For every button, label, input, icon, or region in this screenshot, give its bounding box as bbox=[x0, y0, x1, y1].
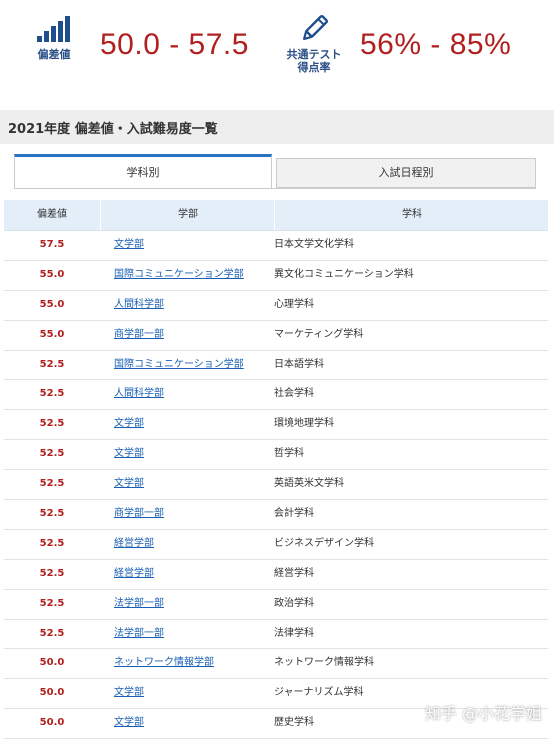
score-cell: 52.5 bbox=[39, 478, 65, 490]
major-cell: 政治学科 bbox=[274, 597, 314, 609]
dept-link[interactable]: 国際コミュニケーション学部 bbox=[114, 351, 274, 379]
dept-link[interactable]: 文学部 bbox=[114, 410, 274, 438]
dept-link[interactable]: 文学部 bbox=[114, 709, 274, 737]
score-cell: 52.5 bbox=[39, 358, 65, 370]
major-cell: 心理学科 bbox=[274, 298, 314, 310]
table-header-row: 偏差値 学部 学科 bbox=[4, 200, 548, 231]
kyotsu-rate-value: 56% - 85% bbox=[360, 28, 512, 61]
dept-link[interactable]: 商学部一部 bbox=[114, 500, 274, 528]
dept-link[interactable]: 文学部 bbox=[114, 231, 274, 259]
table-row: 52.5 商学部一部 会計学科 bbox=[4, 500, 548, 530]
major-cell: マーケティング学科 bbox=[274, 328, 364, 340]
table-row: 50.0 ネットワーク情報学部 ネットワーク情報学科 bbox=[4, 649, 548, 680]
table-row: 52.5 人間科学部 社会学科 bbox=[4, 380, 548, 411]
score-cell: 52.5 bbox=[39, 627, 65, 639]
score-cell: 55.0 bbox=[39, 328, 65, 340]
col-header-score: 偏差値 bbox=[37, 209, 67, 220]
score-cell: 52.5 bbox=[39, 448, 65, 460]
score-cell: 50.0 bbox=[39, 717, 65, 729]
dept-link[interactable]: 人間科学部 bbox=[114, 291, 274, 319]
table-row: 52.5 法学部一部 政治学科 bbox=[4, 590, 548, 620]
table-row: 52.5 文学部 英語英米文学科 bbox=[4, 470, 548, 501]
table-row: 55.0 国際コミュニケーション学部 異文化コミュニケーション学科 bbox=[4, 261, 548, 291]
dept-link[interactable]: 文学部 bbox=[114, 470, 274, 498]
pencil-icon bbox=[282, 14, 346, 44]
table-row: 52.5 経営学部 ビジネスデザイン学科 bbox=[4, 530, 548, 560]
major-cell: 異文化コミュニケーション学科 bbox=[274, 268, 414, 280]
score-cell: 50.0 bbox=[39, 687, 65, 699]
table-row: 52.5 国際コミュニケーション学部 日本語学科 bbox=[4, 351, 548, 381]
score-cell: 52.5 bbox=[39, 418, 65, 430]
tab-by-major[interactable]: 学科別 bbox=[14, 154, 272, 188]
table-row: 52.5 文学部 哲学科 bbox=[4, 440, 548, 471]
kyotsu-caption: 共通テスト 得点率 bbox=[286, 48, 342, 74]
dept-link[interactable]: 国際コミュニケーション学部 bbox=[114, 261, 274, 289]
table-row: 55.0 商学部一部 マーケティング学科 bbox=[4, 321, 548, 351]
table-row: 52.5 経営学部 経営学科 bbox=[4, 560, 548, 590]
dept-link[interactable]: 文学部 bbox=[114, 440, 274, 468]
tab-divider bbox=[14, 188, 536, 189]
dept-link[interactable]: 経営学部 bbox=[114, 530, 274, 558]
dept-link[interactable]: 法学部一部 bbox=[114, 590, 274, 618]
dept-link[interactable]: 商学部一部 bbox=[114, 321, 274, 349]
section-band: 2021年度 偏差値・入試難易度一覧 bbox=[0, 110, 554, 144]
dept-link[interactable]: 経営学部 bbox=[114, 560, 274, 588]
score-cell: 55.0 bbox=[39, 268, 65, 280]
score-cell: 52.5 bbox=[39, 388, 65, 400]
deviation-range-value: 50.0 - 57.5 bbox=[100, 28, 249, 61]
major-cell: ビジネスデザイン学科 bbox=[274, 537, 374, 549]
major-cell: 哲学科 bbox=[274, 448, 304, 460]
kyotsu-stat: 共通テスト 得点率 bbox=[282, 14, 346, 74]
col-header-major: 学科 bbox=[274, 200, 549, 230]
watermark-text: 知乎 @小花学姐 bbox=[424, 704, 542, 723]
major-cell: 日本語学科 bbox=[274, 358, 324, 370]
difficulty-table: 偏差値 学部 学科 57.5 文学部 日本文学文化学科 55.0 国際コミュニケ… bbox=[4, 200, 548, 739]
score-cell: 55.0 bbox=[39, 298, 65, 310]
major-cell: 法律学科 bbox=[274, 627, 314, 639]
dept-link[interactable]: ネットワーク情報学部 bbox=[114, 649, 274, 677]
major-cell: 経営学科 bbox=[274, 567, 314, 579]
table-row: 55.0 人間科学部 心理学科 bbox=[4, 291, 548, 321]
table-row: 52.5 文学部 環境地理学科 bbox=[4, 410, 548, 441]
dept-link[interactable]: 人間科学部 bbox=[114, 380, 274, 408]
table-row: 52.5 法学部一部 法律学科 bbox=[4, 620, 548, 650]
bar-chart-icon bbox=[24, 14, 84, 44]
score-cell: 52.5 bbox=[39, 537, 65, 549]
deviation-caption: 偏差値 bbox=[37, 48, 71, 61]
score-cell: 50.0 bbox=[39, 657, 65, 669]
deviation-stat: 偏差値 bbox=[24, 14, 84, 61]
dept-link[interactable]: 文学部 bbox=[114, 679, 274, 707]
major-cell: ネットワーク情報学科 bbox=[274, 657, 374, 669]
tab-by-exam-schedule[interactable]: 入試日程別 bbox=[276, 158, 536, 188]
dept-link[interactable]: 法学部一部 bbox=[114, 620, 274, 648]
major-cell: 環境地理学科 bbox=[274, 418, 334, 430]
major-cell: 日本文学文化学科 bbox=[274, 239, 354, 250]
score-cell: 52.5 bbox=[39, 508, 65, 520]
major-cell: 会計学科 bbox=[274, 508, 314, 520]
major-cell: 英語英米文学科 bbox=[274, 478, 344, 490]
view-tabs: 学科別 入試日程別 bbox=[14, 154, 536, 190]
major-cell: 社会学科 bbox=[274, 388, 314, 400]
score-cell: 57.5 bbox=[39, 239, 65, 250]
score-cell: 52.5 bbox=[39, 597, 65, 609]
col-header-dept: 学部 bbox=[100, 200, 275, 230]
table-row: 57.5 文学部 日本文学文化学科 bbox=[4, 231, 548, 261]
section-title: 2021年度 偏差値・入試難易度一覧 bbox=[8, 122, 218, 137]
score-cell: 52.5 bbox=[39, 567, 65, 579]
score-summary-header: 偏差値 50.0 - 57.5 共通テスト 得点率 56% - 85% bbox=[0, 0, 554, 104]
